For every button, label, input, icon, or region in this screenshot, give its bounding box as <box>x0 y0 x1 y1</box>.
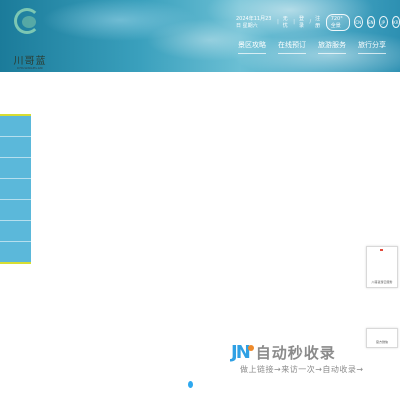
footer-brand[interactable]: JN 自动秒收录 <box>231 342 336 363</box>
separator: / <box>309 19 312 25</box>
wechat-widget[interactable]: 官方微信 <box>366 328 398 348</box>
left-side-panel <box>0 114 31 264</box>
nav-item-share[interactable]: 旅行分享 <box>358 40 386 54</box>
lang-cn-button[interactable]: CN <box>354 16 363 28</box>
brand-mark: JN <box>231 342 251 363</box>
lang-en-button[interactable]: EN <box>366 16 376 28</box>
separator: | <box>277 19 279 25</box>
logo-subtext: CHUANGELAN <box>16 66 44 70</box>
date-text: 2024年11月23日 星期六 <box>236 16 272 29</box>
red-indicator-icon <box>380 249 383 251</box>
carousel-dot[interactable] <box>188 381 193 388</box>
cloud-service-widget[interactable]: 川哥蓝游云服务 <box>366 246 398 288</box>
logo-text: 川哥蓝 <box>13 56 47 67</box>
brand-title: 自动秒收录 <box>255 344 336 362</box>
nav-item-guide[interactable]: 景区攻略 <box>238 40 266 54</box>
wechat-label: 官方微信 <box>375 340 388 344</box>
hero-banner: 川哥蓝 CHUANGELAN 2024年11月23日 星期六 | 无忧 | 登录… <box>0 0 400 72</box>
left-panel-row[interactable] <box>0 116 31 137</box>
footer-tagline: 做上链接→来访一次→自动收录→ <box>240 365 364 374</box>
left-panel-row[interactable] <box>0 179 31 200</box>
logo-mark-icon <box>22 16 36 28</box>
main-nav: 景区攻略 在线预订 旅游服务 旅行分享 <box>238 40 386 54</box>
nav-item-service[interactable]: 旅游服务 <box>318 40 346 54</box>
brand-dot-icon <box>247 344 254 351</box>
logo[interactable]: 川哥蓝 CHUANGELAN <box>10 4 50 70</box>
top-utility-bar: 2024年11月23日 星期六 | 无忧 | 登录 / 注册 720°全景 CN… <box>236 13 400 31</box>
nav-item-booking[interactable]: 在线预订 <box>278 40 306 54</box>
weather-text: 无忧 <box>282 16 288 29</box>
login-link[interactable]: 登录 <box>299 15 306 29</box>
separator: | <box>293 19 295 25</box>
cloud-service-label: 川哥蓝游云服务 <box>371 280 393 284</box>
left-panel-row[interactable] <box>0 158 31 179</box>
register-link[interactable]: 注册 <box>315 15 322 29</box>
left-panel-row[interactable] <box>0 200 31 221</box>
left-panel-row[interactable] <box>0 221 31 242</box>
vr-button[interactable]: 720°全景 <box>325 13 351 31</box>
lang-jp-button[interactable]: JP <box>379 16 388 28</box>
left-panel-row[interactable] <box>0 137 31 158</box>
lang-kr-button[interactable]: KR <box>391 16 400 28</box>
